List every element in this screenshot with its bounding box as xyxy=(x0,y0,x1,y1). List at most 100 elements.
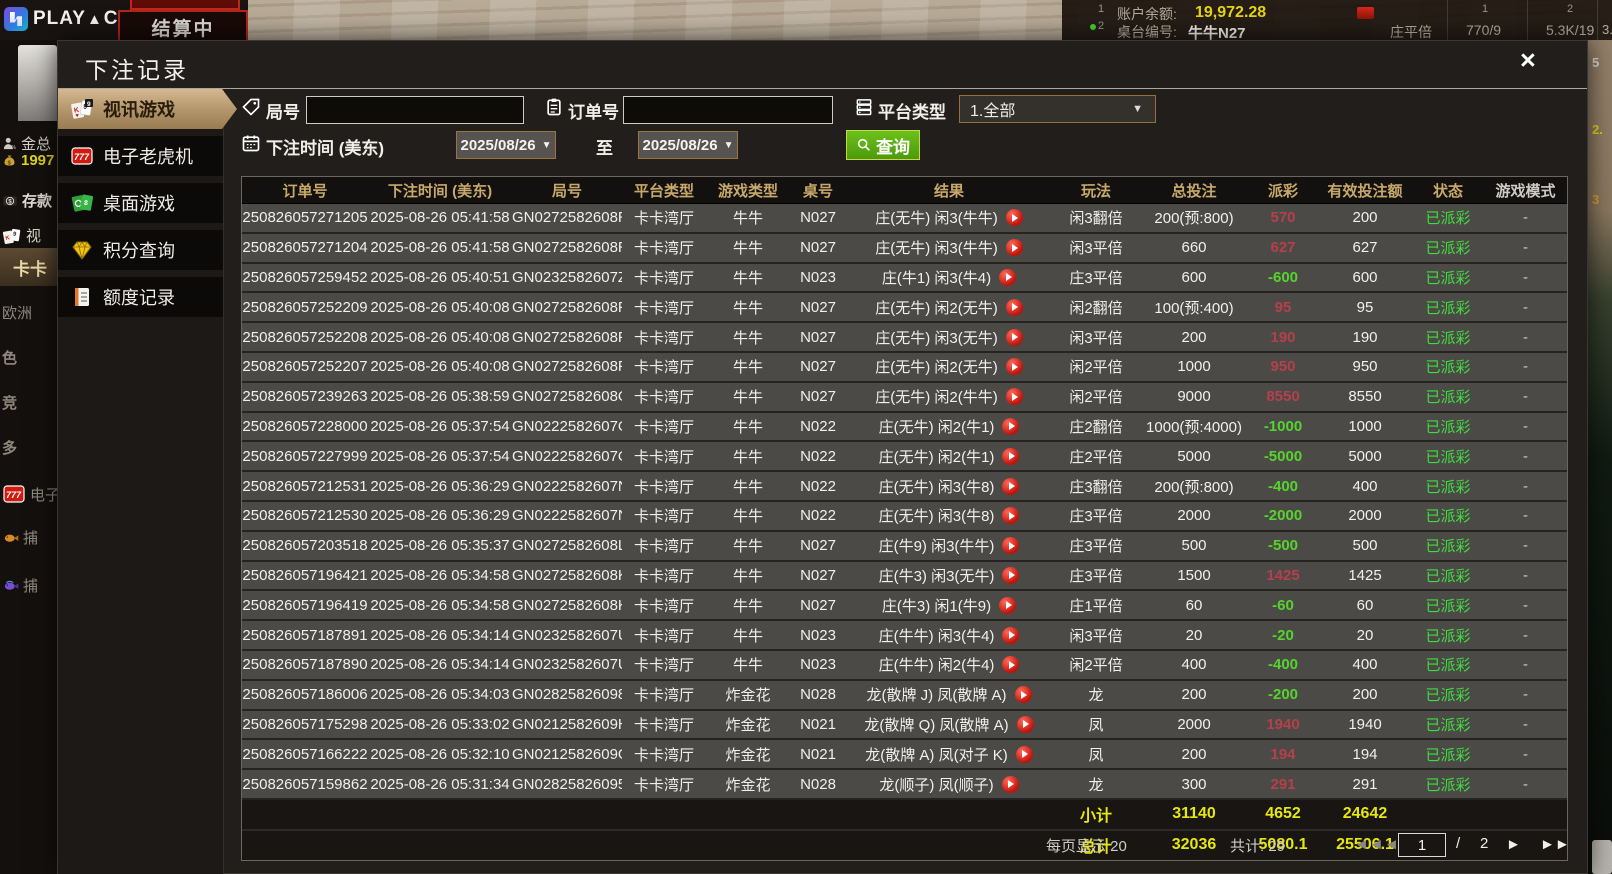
cell-bet-time: 2025-08-26 05:36:29 xyxy=(368,507,512,524)
replay-icon[interactable] xyxy=(1006,209,1023,226)
cell-table-no: N027 xyxy=(790,388,846,405)
tab-label: 视讯游戏 xyxy=(103,96,175,122)
cell-total-bet: 1500 xyxy=(1140,567,1248,584)
replay-icon[interactable] xyxy=(1002,448,1019,465)
cell-game-type: 牛牛 xyxy=(706,297,790,318)
cell-game-mode: - xyxy=(1484,478,1567,495)
cell-result: 庄(牛1) 闲3(牛4) xyxy=(846,267,1052,288)
table-row: 2508260572712052025-08-26 05:41:58GN0272… xyxy=(242,204,1567,234)
cell-game-mode: - xyxy=(1484,776,1567,793)
result-text: 庄(无牛) 闲2(牛1) xyxy=(879,416,995,437)
cell-status: 已派彩 xyxy=(1412,356,1484,377)
tab-额度记录[interactable]: 额度记录 xyxy=(58,277,223,317)
replay-icon[interactable] xyxy=(1006,299,1023,316)
date-from-picker[interactable]: 2025/08/26▼ xyxy=(456,131,556,159)
cell-game-mode: - xyxy=(1484,507,1567,524)
brand-logo: PLAY▲CE xyxy=(4,7,132,31)
table-row: 2508260571598622025-08-26 05:31:34GN0282… xyxy=(242,770,1567,800)
fish2-icon xyxy=(2,577,19,594)
app-nav-label: 欧洲 xyxy=(2,302,32,323)
replay-icon[interactable] xyxy=(1002,567,1019,584)
cell-platform: 卡卡湾厅 xyxy=(622,416,706,437)
app-nav-label: 电子 xyxy=(30,484,57,505)
replay-icon[interactable] xyxy=(999,597,1016,614)
close-icon[interactable]: × xyxy=(1520,47,1536,74)
cell-status: 已派彩 xyxy=(1412,505,1484,526)
first-page-icon[interactable]: ◄◄ xyxy=(1354,833,1384,857)
replay-icon[interactable] xyxy=(1002,537,1019,554)
cell-table-no: N022 xyxy=(790,478,846,495)
tab-视讯游戏[interactable]: K♥99视讯游戏 xyxy=(58,89,238,129)
stat-2: 5.3K/19 xyxy=(1546,22,1594,38)
app-nav-label: 多 xyxy=(2,437,17,458)
platform-type-select[interactable]: 1.全部▼ xyxy=(959,95,1156,123)
cell-round-no: GN0272582608P xyxy=(512,329,622,346)
cell-round-no: GN0272582608R xyxy=(512,239,622,256)
cell-result: 庄(无牛) 闲3(牛8) xyxy=(846,505,1052,526)
replay-icon[interactable] xyxy=(1002,418,1019,435)
replay-icon[interactable] xyxy=(1002,507,1019,524)
cell-order-no: 250826057252208 xyxy=(242,329,368,346)
cell-payout: -400 xyxy=(1248,656,1318,673)
cell-total-bet: 400 xyxy=(1140,656,1248,673)
cell-game-mode: - xyxy=(1484,239,1567,256)
tab-桌面游戏[interactable]: $桌面游戏 xyxy=(58,183,223,223)
cell-result: 龙(散牌 J) 凤(散牌 A) xyxy=(846,684,1052,705)
replay-icon[interactable] xyxy=(1006,329,1023,346)
replay-icon[interactable] xyxy=(1006,239,1023,256)
replay-icon[interactable] xyxy=(1016,746,1033,763)
date-to-picker[interactable]: 2025/08/26▼ xyxy=(638,131,738,159)
refresh-flag-icon[interactable] xyxy=(1357,7,1374,19)
table-row: 2508260572035182025-08-26 05:35:37GN0272… xyxy=(242,532,1567,562)
current-page-box[interactable]: 1 xyxy=(1398,833,1446,857)
cell-table-no: N021 xyxy=(790,716,846,733)
cell-round-no: GN0272582608K xyxy=(512,567,622,584)
last-page-icon[interactable]: ►► xyxy=(1540,833,1570,857)
subtotal-valid: 24642 xyxy=(1318,805,1412,823)
replay-icon[interactable] xyxy=(1017,716,1034,733)
cell-game-mode: - xyxy=(1484,686,1567,703)
cell-total-bet: 200 xyxy=(1140,329,1248,346)
cell-play-type: 闲3翻倍 xyxy=(1052,207,1140,228)
cell-status: 已派彩 xyxy=(1412,714,1484,735)
cell-status: 已派彩 xyxy=(1412,595,1484,616)
round-no-input[interactable] xyxy=(306,96,524,124)
cell-order-no: 250826057212531 xyxy=(242,478,368,495)
cell-result: 庄(无牛) 闲2(牛牛) xyxy=(846,386,1052,407)
order-no-input[interactable] xyxy=(623,96,833,124)
replay-icon[interactable] xyxy=(1002,478,1019,495)
cell-result: 庄(牛3) 闲3(无牛) xyxy=(846,565,1052,586)
svg-text:777: 777 xyxy=(74,152,90,162)
tab-电子老虎机[interactable]: 777电子老虎机 xyxy=(58,136,223,176)
cell-bet-time: 2025-08-26 05:41:58 xyxy=(368,209,512,226)
next-page-icon[interactable]: ► xyxy=(1506,833,1521,857)
cell-play-type: 庄2翻倍 xyxy=(1052,416,1140,437)
result-text: 庄(无牛) 闲3(无牛) xyxy=(875,327,998,348)
replay-icon[interactable] xyxy=(1002,627,1019,644)
cell-round-no: GN0232582607U xyxy=(512,656,622,673)
replay-icon[interactable] xyxy=(1006,358,1023,375)
cell-play-type: 闲2平倍 xyxy=(1052,356,1140,377)
result-text: 庄(牛牛) 闲3(牛4) xyxy=(879,625,995,646)
cell-order-no: 250826057228000 xyxy=(242,418,368,435)
col-header: 游戏模式 xyxy=(1484,180,1567,201)
cell-status: 已派彩 xyxy=(1412,386,1484,407)
replay-icon[interactable] xyxy=(999,269,1016,286)
gem-icon xyxy=(70,238,94,262)
svg-text:%: % xyxy=(11,145,16,151)
cell-payout: 570 xyxy=(1248,209,1318,226)
tab-积分查询[interactable]: 积分查询 xyxy=(58,230,223,270)
search-button[interactable]: 查询 xyxy=(846,130,920,160)
edge-partial: 3. xyxy=(1602,22,1612,37)
cell-round-no: GN0222582607N xyxy=(512,507,622,524)
prev-page-icon[interactable]: ◄ xyxy=(1384,833,1399,857)
cell-platform: 卡卡湾厅 xyxy=(622,267,706,288)
cell-table-no: N027 xyxy=(790,209,846,226)
replay-icon[interactable] xyxy=(1002,776,1019,793)
replay-icon[interactable] xyxy=(1015,686,1032,703)
col-header: 桌号 xyxy=(790,180,846,201)
cell-table-no: N027 xyxy=(790,239,846,256)
replay-icon[interactable] xyxy=(1006,388,1023,405)
platform-type-label: 平台类型 xyxy=(878,98,946,123)
replay-icon[interactable] xyxy=(1002,656,1019,673)
